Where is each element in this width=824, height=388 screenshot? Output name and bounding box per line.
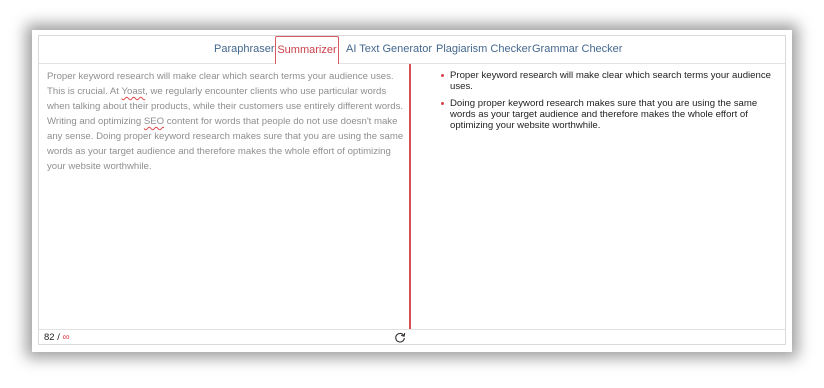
summary-pane: Proper keyword research will make clear … [413,64,785,329]
spellcheck-word-seo[interactable]: SEO [144,116,164,127]
summary-list: Proper keyword research will make clear … [441,70,781,137]
summary-item: Doing proper keyword research makes sure… [441,98,781,131]
summarizer-panel: Paraphraser Summarizer AI Text Generator… [38,35,786,345]
tab-ai-text-generator[interactable]: AI Text Generator [346,36,432,63]
summary-item: Proper keyword research will make clear … [441,70,781,92]
tab-grammar-checker[interactable]: Grammar Checker [532,36,622,63]
tool-tabs: Paraphraser Summarizer AI Text Generator… [39,36,785,64]
word-limit-symbol: ∞ [62,332,70,343]
input-text[interactable]: Proper keyword research will make clear … [47,69,405,174]
tab-paraphraser[interactable]: Paraphraser [214,36,275,63]
tab-summarizer[interactable]: Summarizer [275,36,339,64]
spellcheck-word-yoast[interactable]: Yoast [121,86,145,97]
summary-item-text: Proper keyword research will make clear … [450,70,771,92]
input-pane[interactable]: Proper keyword research will make clear … [39,64,411,329]
panel-footer: 82 / ∞ [39,329,785,345]
summary-item-text: Doing proper keyword research makes sure… [450,98,758,131]
bullet-dot [441,102,444,105]
tab-plagiarism-checker[interactable]: Plagiarism Checker [436,36,531,63]
word-count-value: 82 / [44,332,63,343]
bullet-dot [441,74,444,77]
refresh-icon[interactable] [394,332,406,344]
word-count: 82 / ∞ [44,330,70,345]
